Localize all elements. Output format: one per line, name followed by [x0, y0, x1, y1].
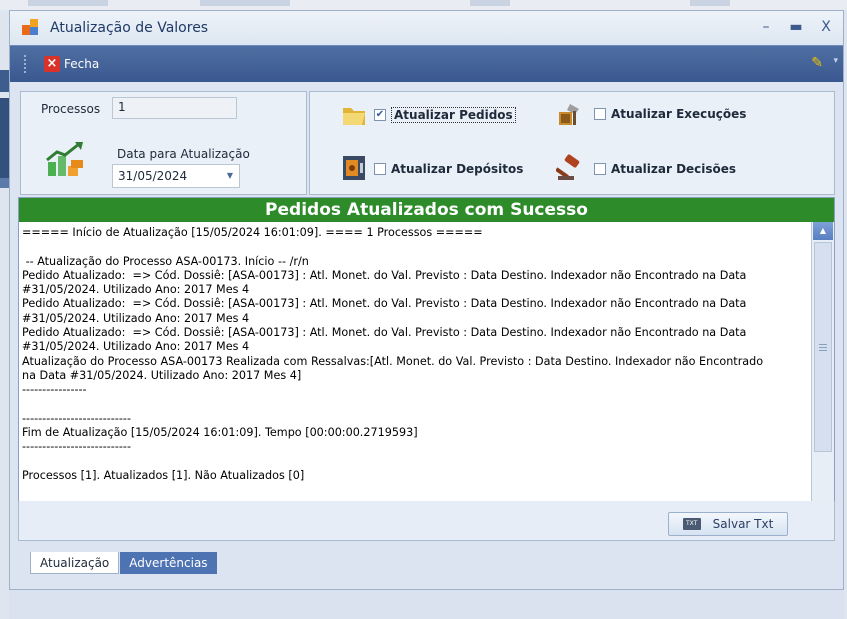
option-atualizar-execucoes-label: Atualizar Execuções	[611, 107, 747, 121]
data-atualizacao-dropdown[interactable]: 31/05/2024 ▼	[112, 164, 240, 188]
chevron-down-icon: ▼	[226, 171, 233, 180]
options-area: Processos 1 Data para Atualização 31/05/…	[20, 91, 835, 195]
data-atualizacao-label: Data para Atualização	[117, 147, 250, 161]
checkbox-atualizar-pedidos[interactable]: ✔	[374, 109, 386, 121]
background-window-edge	[0, 0, 847, 10]
option-atualizar-execucoes[interactable]: Atualizar Execuções	[594, 107, 746, 121]
parameters-panel: Processos 1 Data para Atualização 31/05/…	[20, 91, 307, 195]
checkbox-atualizar-depositos[interactable]	[374, 163, 386, 175]
checkbox-atualizar-execucoes[interactable]	[594, 108, 606, 120]
scroll-up-icon[interactable]: ▲	[813, 222, 833, 240]
tab-atualizacao[interactable]: Atualização	[30, 552, 120, 574]
log-line: -- Atualização do Processo ASA-00173. In…	[22, 254, 309, 268]
actions-bar: TXT Salvar Txt	[18, 501, 835, 541]
option-atualizar-decisoes-label: Atualizar Decisões	[611, 162, 737, 176]
close-icon: ×	[44, 56, 60, 72]
safe-icon	[343, 156, 365, 180]
result-panel: Pedidos Atualizados com Sucesso ===== In…	[18, 197, 835, 522]
gavel-icon	[556, 154, 580, 180]
log-line: #31/05/2024. Utilizado Ano: 2017 Mes 4	[22, 340, 250, 354]
save-txt-button[interactable]: TXT Salvar Txt	[668, 512, 788, 536]
data-atualizacao-value: 31/05/2024	[118, 169, 188, 183]
result-header: Pedidos Atualizados com Sucesso	[19, 198, 834, 222]
processos-label: Processos	[41, 102, 101, 116]
chart-growth-icon	[46, 142, 83, 176]
title-bar: Atualização de Valores – ▬ X	[10, 11, 843, 45]
window-title: Atualização de Valores	[50, 20, 209, 36]
close-button-label: Fecha	[64, 57, 100, 71]
log-line: Processos [1]. Atualizados [1]. Não Atua…	[22, 469, 305, 483]
toolbar-overflow-icon[interactable]: ▾	[833, 56, 838, 66]
log-line: ---------------------------	[22, 440, 131, 454]
update-options-panel: ✔ Atualizar Pedidos Atualizar Execuções	[309, 91, 835, 195]
scroll-thumb[interactable]	[814, 242, 832, 452]
toolbar: × Fecha ✎ ▾	[10, 45, 843, 82]
log-scrollbar[interactable]: ▲ ▼	[811, 222, 834, 521]
log-line: #31/05/2024. Utilizado Ano: 2017 Mes 4	[22, 283, 250, 297]
log-line: #31/05/2024. Utilizado Ano: 2017 Mes 4	[22, 311, 250, 325]
log-line: ===== Início de Atualização [15/05/2024 …	[22, 226, 483, 239]
option-atualizar-depositos-label: Atualizar Depósitos	[391, 162, 524, 176]
tab-advertencias[interactable]: Advertências	[120, 552, 217, 574]
result-log[interactable]: ===== Início de Atualização [15/05/2024 …	[19, 224, 812, 521]
log-line: Pedido Atualizado: => Cód. Dossiê: [ASA-…	[22, 326, 747, 340]
processos-field[interactable]: 1	[112, 97, 237, 119]
option-atualizar-pedidos[interactable]: ✔ Atualizar Pedidos	[374, 107, 516, 123]
option-atualizar-depositos[interactable]: Atualizar Depósitos	[374, 162, 523, 176]
log-line: Pedido Atualizado: => Cód. Dossiê: [ASA-…	[22, 297, 747, 311]
save-txt-label: Salvar Txt	[712, 517, 774, 531]
option-atualizar-decisoes[interactable]: Atualizar Decisões	[594, 162, 736, 176]
folder-icon	[343, 108, 365, 125]
toolbar-grip[interactable]	[24, 55, 30, 73]
log-line: Pedido Atualizado: => Cód. Dossiê: [ASA-…	[22, 268, 747, 282]
log-line: ---------------------------	[22, 411, 131, 425]
checkbox-atualizar-decisoes[interactable]	[594, 163, 606, 175]
bottom-tabs: Atualização Advertências	[30, 552, 217, 574]
close-button[interactable]: × Fecha	[44, 56, 99, 72]
log-line: na Data #31/05/2024. Utilizado Ano: 2017…	[22, 368, 302, 382]
app-icon	[22, 19, 44, 37]
background-left-edge	[0, 10, 9, 619]
maximize-button[interactable]: ▬	[785, 17, 807, 37]
pin-icon[interactable]: ✎	[811, 55, 823, 71]
option-atualizar-pedidos-label: Atualizar Pedidos	[391, 107, 516, 123]
minimize-button[interactable]: –	[755, 17, 777, 37]
close-window-button[interactable]: X	[815, 17, 837, 37]
txt-file-icon: TXT	[682, 518, 701, 530]
execution-icon	[559, 104, 579, 125]
status-strip	[9, 589, 844, 619]
log-line: Atualização do Processo ASA-00173 Realiz…	[22, 354, 764, 368]
log-line: ----------------	[22, 383, 87, 397]
log-line: Fim de Atualização [15/05/2024 16:01:09]…	[22, 426, 418, 440]
update-values-window: Atualização de Valores – ▬ X × Fecha ✎ ▾…	[9, 10, 844, 590]
